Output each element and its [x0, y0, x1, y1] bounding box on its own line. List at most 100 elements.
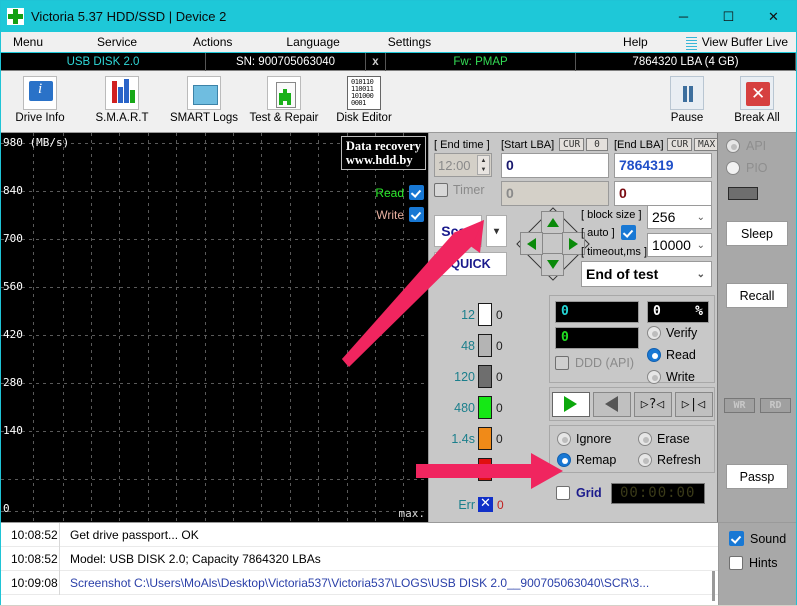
ddd-api-toggle[interactable]: DDD (API) — [555, 356, 634, 370]
start-lba-zero-button[interactable]: 0 — [586, 138, 608, 151]
dpad-down-button[interactable] — [541, 253, 564, 276]
hints-toggle[interactable]: Hints — [729, 556, 796, 570]
block-time-legend: 12 0 48 0 120 0 480 0 1.4s 0 > 0 Err ✕ 0 — [435, 299, 545, 520]
end-of-test-select[interactable]: End of test ⌄ — [581, 261, 712, 287]
view-buffer-live-button[interactable]: View Buffer Live — [685, 35, 794, 50]
wr-button[interactable]: WR — [724, 398, 755, 413]
pio-radio[interactable] — [726, 161, 740, 175]
quick-button[interactable]: QUICK — [434, 252, 507, 276]
sound-checkbox[interactable] — [729, 531, 744, 546]
log-entry[interactable]: 10:08:52 Get drive passport... OK — [1, 523, 718, 547]
rewind-button[interactable] — [592, 391, 631, 417]
test-repair-button[interactable]: Test & Repair — [249, 73, 319, 131]
end-lba-secondary[interactable]: 0 — [614, 181, 712, 206]
play-button[interactable] — [551, 391, 590, 417]
ignore-label: Ignore — [576, 432, 612, 446]
log-scrollbar[interactable] — [712, 571, 715, 601]
dpad-up-button[interactable] — [541, 211, 564, 234]
start-lba-input[interactable]: 0 — [501, 153, 609, 178]
api-radio[interactable] — [726, 139, 740, 153]
seek-end-button[interactable]: ▷|◁ — [674, 391, 713, 417]
drive-info-button[interactable]: Drive Info — [5, 73, 75, 131]
block-size-value: 256 — [652, 209, 676, 225]
grid-checkbox[interactable] — [556, 486, 570, 500]
end-lba-cur-button[interactable]: CUR — [667, 138, 693, 151]
action-remap[interactable]: Remap — [557, 453, 616, 467]
read-toggle-row[interactable]: Read — [375, 185, 424, 200]
log-entry[interactable]: 10:09:08 Screenshot C:\Users\MoAls\Deskt… — [1, 570, 718, 595]
start-lba-secondary[interactable]: 0 — [501, 181, 609, 206]
timeout-select[interactable]: 10000 ⌄ — [647, 233, 712, 257]
test-repair-icon — [267, 75, 301, 110]
hints-checkbox[interactable] — [729, 556, 743, 570]
remap-radio[interactable] — [557, 453, 571, 467]
log-entry[interactable]: 10:08:52 Model: USB DISK 2.0; Capacity 7… — [1, 546, 718, 571]
erase-radio[interactable] — [638, 432, 652, 446]
recall-button[interactable]: Recall — [726, 283, 788, 308]
verify-label: Verify — [666, 326, 698, 340]
drive-close-icon[interactable]: x — [366, 52, 386, 71]
start-lba-cur-button[interactable]: CUR — [559, 138, 585, 151]
smart-button[interactable]: S.M.A.R.T — [87, 73, 157, 131]
maximize-icon[interactable]: ☐ — [706, 1, 751, 32]
block-size-select[interactable]: 256 ⌄ — [647, 205, 712, 229]
api-option[interactable]: API — [726, 139, 766, 153]
end-time-input[interactable]: 12:00 ▲ ▼ — [434, 153, 492, 177]
read-radio[interactable] — [647, 348, 661, 362]
navigation-dpad[interactable] — [516, 207, 590, 281]
end-time-spinner[interactable]: ▲ ▼ — [477, 155, 490, 175]
menu-item-service[interactable]: Service — [87, 32, 147, 53]
scan-button[interactable]: Scan — [434, 215, 482, 247]
mode-write[interactable]: Write — [647, 370, 695, 384]
log-message-link[interactable]: Screenshot C:\Users\MoAls\Desktop\Victor… — [70, 576, 649, 590]
log-list[interactable]: 10:08:52 Get drive passport... OK 10:08:… — [1, 523, 719, 605]
menu-item-help[interactable]: Help — [613, 32, 658, 53]
auto-checkbox[interactable] — [620, 225, 636, 240]
end-lba-max-button[interactable]: MAX — [694, 138, 720, 151]
smart-logs-button[interactable]: SMART Logs — [169, 73, 239, 131]
minimize-icon[interactable]: ─ — [661, 1, 706, 32]
close-icon[interactable]: ✕ — [751, 1, 796, 32]
sound-toggle[interactable]: Sound — [729, 531, 796, 546]
pio-option[interactable]: PIO — [726, 161, 768, 175]
action-ignore[interactable]: Ignore — [557, 432, 611, 446]
mode-read[interactable]: Read — [647, 348, 696, 362]
mode-verify[interactable]: Verify — [647, 326, 697, 340]
disk-editor-button[interactable]: 010110 110011 101000 0001 Disk Editor — [329, 73, 399, 131]
menu-item-language[interactable]: Language — [276, 32, 349, 53]
end-lba-input[interactable]: 7864319 — [614, 153, 712, 178]
write-checkbox[interactable] — [409, 207, 424, 222]
dpad-left-button[interactable] — [520, 232, 543, 255]
refresh-radio[interactable] — [638, 453, 652, 467]
auto-toggle[interactable]: [ auto ] — [581, 225, 636, 240]
verify-radio[interactable] — [647, 326, 661, 340]
spin-down-icon[interactable]: ▼ — [478, 165, 489, 174]
seek-query-button[interactable]: ▷?◁ — [633, 391, 672, 417]
spin-up-icon[interactable]: ▲ — [478, 156, 489, 165]
menu-item-actions[interactable]: Actions — [183, 32, 242, 53]
menu-item-settings[interactable]: Settings — [378, 32, 441, 53]
menu-item-menu[interactable]: Menu — [3, 32, 53, 53]
scan-dropdown-button[interactable]: ▾ — [486, 215, 507, 247]
pause-button[interactable]: Pause — [652, 73, 722, 131]
sleep-button[interactable]: Sleep — [726, 221, 788, 246]
rd-button[interactable]: RD — [760, 398, 791, 413]
y-tick-420: 420 — [3, 328, 23, 341]
write-toggle-row[interactable]: Write — [376, 207, 424, 222]
write-radio[interactable] — [647, 370, 661, 384]
error-label: Err — [458, 497, 475, 512]
read-checkbox[interactable] — [409, 185, 424, 200]
break-all-button[interactable]: Break All — [722, 73, 792, 131]
action-erase[interactable]: Erase — [638, 432, 690, 446]
legend-swatch — [478, 458, 492, 481]
timer-checkbox[interactable] — [434, 183, 448, 197]
transport-controls: ▷?◁ ▷|◁ — [549, 387, 715, 421]
passport-button[interactable]: Passp — [726, 464, 788, 489]
timer-toggle[interactable]: Timer — [434, 183, 484, 197]
ddd-api-checkbox[interactable] — [555, 356, 569, 370]
speed-graph[interactable]: 980 (MB/s) 840 700 560 420 280 140 0 max… — [1, 133, 429, 522]
grid-label: Grid — [576, 486, 602, 500]
y-tick-980: 980 (MB/s) — [3, 136, 70, 149]
action-refresh[interactable]: Refresh — [638, 453, 701, 467]
ignore-radio[interactable] — [557, 432, 571, 446]
